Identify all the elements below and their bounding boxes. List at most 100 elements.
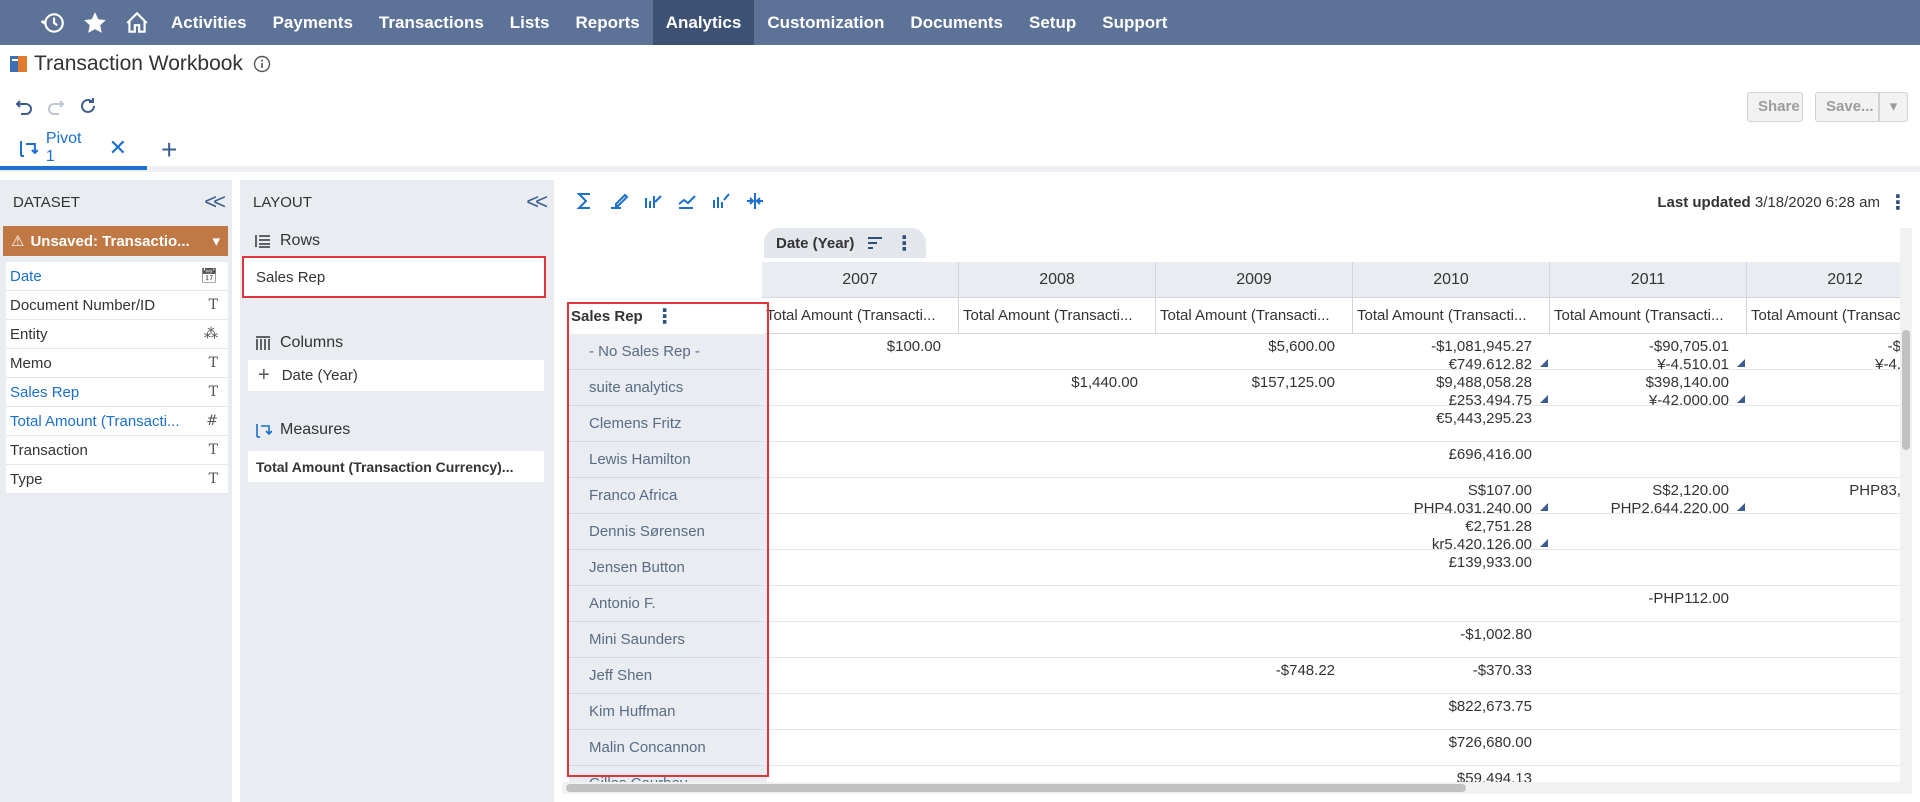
data-cell[interactable]: -$1,081,945.27 €749,612.82	[1353, 334, 1550, 370]
data-cell[interactable]	[1156, 550, 1353, 586]
data-cell[interactable]	[959, 334, 1156, 370]
undo-icon[interactable]	[14, 96, 34, 121]
nav-payments[interactable]: Payments	[260, 0, 366, 45]
year-header-2009[interactable]: 2009	[1156, 262, 1353, 298]
row-label[interactable]: - No Sales Rep -	[569, 334, 767, 370]
data-cell[interactable]: -$500¥-4,610	[1747, 334, 1900, 370]
row-label[interactable]: Jeff Shen	[569, 658, 767, 694]
expand-corner-icon[interactable]	[1540, 503, 1548, 511]
sort-icon[interactable]	[866, 234, 884, 252]
data-cell[interactable]	[1156, 514, 1353, 550]
expand-corner-icon[interactable]	[1737, 359, 1745, 367]
data-cell[interactable]: $398,140.00 ¥-42,000.00	[1550, 370, 1747, 406]
measures-drop-item[interactable]: Total Amount (Transaction Currency)...	[248, 451, 544, 482]
data-cell[interactable]	[762, 406, 959, 442]
data-cell[interactable]: -PHP112.00	[1550, 586, 1747, 622]
row-label[interactable]: Jensen Button	[569, 550, 767, 586]
close-tab-icon[interactable]: ✕	[109, 135, 127, 161]
data-cell[interactable]	[1156, 730, 1353, 766]
data-cell[interactable]	[1156, 442, 1353, 478]
expand-corner-icon[interactable]	[1737, 503, 1745, 511]
field-entity[interactable]: Entity ⁂	[6, 320, 228, 349]
nav-lists[interactable]: Lists	[497, 0, 563, 45]
data-cell[interactable]	[762, 658, 959, 694]
data-cell[interactable]	[1747, 694, 1900, 730]
measure-header[interactable]: Total Amount (Transacti...	[1353, 298, 1550, 334]
row-label[interactable]: Dennis Sørensen	[569, 514, 767, 550]
data-cell[interactable]: S$2,120.00 PHP2,644,220.00	[1550, 478, 1747, 514]
data-cell[interactable]	[959, 406, 1156, 442]
data-cell[interactable]	[959, 622, 1156, 658]
data-cell[interactable]	[1747, 586, 1900, 622]
collapse-layout-icon[interactable]: <<	[526, 189, 548, 215]
data-cell[interactable]	[1550, 406, 1747, 442]
nav-documents[interactable]: Documents	[897, 0, 1016, 45]
trend-edit-icon[interactable]	[676, 190, 698, 217]
split-columns-icon[interactable]	[744, 190, 766, 217]
column-field-chip[interactable]: Date (Year) ⋮	[764, 228, 927, 258]
data-cell[interactable]	[762, 514, 959, 550]
data-cell[interactable]	[1550, 442, 1747, 478]
data-cell[interactable]: PHP83,160	[1747, 478, 1900, 514]
row-label[interactable]: Malin Concannon	[569, 730, 767, 766]
data-cell[interactable]	[1156, 586, 1353, 622]
save-options-dropdown[interactable]: ▾	[1879, 92, 1908, 122]
data-cell[interactable]	[959, 658, 1156, 694]
year-header-2007[interactable]: 2007	[762, 262, 959, 298]
data-cell[interactable]	[1747, 730, 1900, 766]
more-options-icon[interactable]: ⋮	[1888, 190, 1908, 215]
row-label[interactable]: Clemens Fritz	[569, 406, 767, 442]
field-date[interactable]: Date 📅︎	[6, 262, 228, 291]
data-cell[interactable]	[762, 550, 959, 586]
data-cell[interactable]: -$90,705.01 ¥-4,510.01	[1550, 334, 1747, 370]
data-cell[interactable]: €2,751.28 kr5,420,126.00	[1353, 514, 1550, 550]
refresh-icon[interactable]	[78, 96, 98, 121]
data-cell[interactable]: $822,673.75	[1353, 694, 1550, 730]
data-cell[interactable]	[959, 694, 1156, 730]
nav-analytics[interactable]: Analytics	[652, 0, 755, 45]
data-cell[interactable]	[1550, 694, 1747, 730]
data-cell[interactable]: -$748.22	[1156, 658, 1353, 694]
row-header-menu-icon[interactable]: ⋮	[655, 304, 675, 329]
row-label[interactable]: Gilles Courbey	[569, 766, 767, 782]
expand-icon[interactable]: +	[258, 364, 270, 387]
data-cell[interactable]: £696,416.00	[1353, 442, 1550, 478]
data-cell[interactable]	[1550, 550, 1747, 586]
data-cell[interactable]: $5,600.00	[1156, 334, 1353, 370]
data-cell[interactable]	[1550, 730, 1747, 766]
data-cell[interactable]: $100.00	[762, 334, 959, 370]
measure-header[interactable]: Total Amount (Transacti...	[959, 298, 1156, 334]
save-button[interactable]: Save...	[1815, 92, 1879, 122]
field-transaction[interactable]: Transaction T	[6, 436, 228, 465]
star-icon[interactable]	[74, 0, 116, 45]
measure-header[interactable]: Total Amount (Transacti...	[762, 298, 959, 334]
sum-icon[interactable]	[574, 190, 596, 217]
year-header-2012[interactable]: 2012	[1747, 262, 1900, 298]
expand-corner-icon[interactable]	[1540, 395, 1548, 403]
info-icon[interactable]	[253, 55, 271, 73]
data-cell[interactable]	[959, 514, 1156, 550]
data-cell[interactable]	[762, 622, 959, 658]
bar-chart-edit-icon[interactable]	[642, 190, 664, 217]
edit-format-icon[interactable]	[608, 190, 630, 217]
collapse-dataset-icon[interactable]: <<	[204, 189, 226, 215]
data-cell[interactable]	[1747, 514, 1900, 550]
year-header-2010[interactable]: 2010	[1353, 262, 1550, 298]
data-cell[interactable]	[959, 478, 1156, 514]
redo-icon[interactable]	[46, 96, 66, 121]
row-label[interactable]: Mini Saunders	[569, 622, 767, 658]
nav-reports[interactable]: Reports	[562, 0, 652, 45]
data-cell[interactable]	[1550, 514, 1747, 550]
data-cell[interactable]	[1353, 586, 1550, 622]
data-cell[interactable]	[762, 730, 959, 766]
measure-header[interactable]: Total Amount (Transac	[1747, 298, 1900, 334]
tab-pivot-1[interactable]: Pivot 1 ✕	[0, 130, 147, 170]
data-cell[interactable]	[1156, 478, 1353, 514]
data-cell[interactable]	[1550, 622, 1747, 658]
data-cell[interactable]	[1156, 694, 1353, 730]
field-total-amount[interactable]: Total Amount (Transacti... #	[6, 407, 228, 436]
row-label[interactable]: Antonio F.	[569, 586, 767, 622]
data-cell[interactable]: £139,933.00	[1353, 550, 1550, 586]
data-cell[interactable]	[762, 766, 959, 782]
data-cell[interactable]	[762, 370, 959, 406]
